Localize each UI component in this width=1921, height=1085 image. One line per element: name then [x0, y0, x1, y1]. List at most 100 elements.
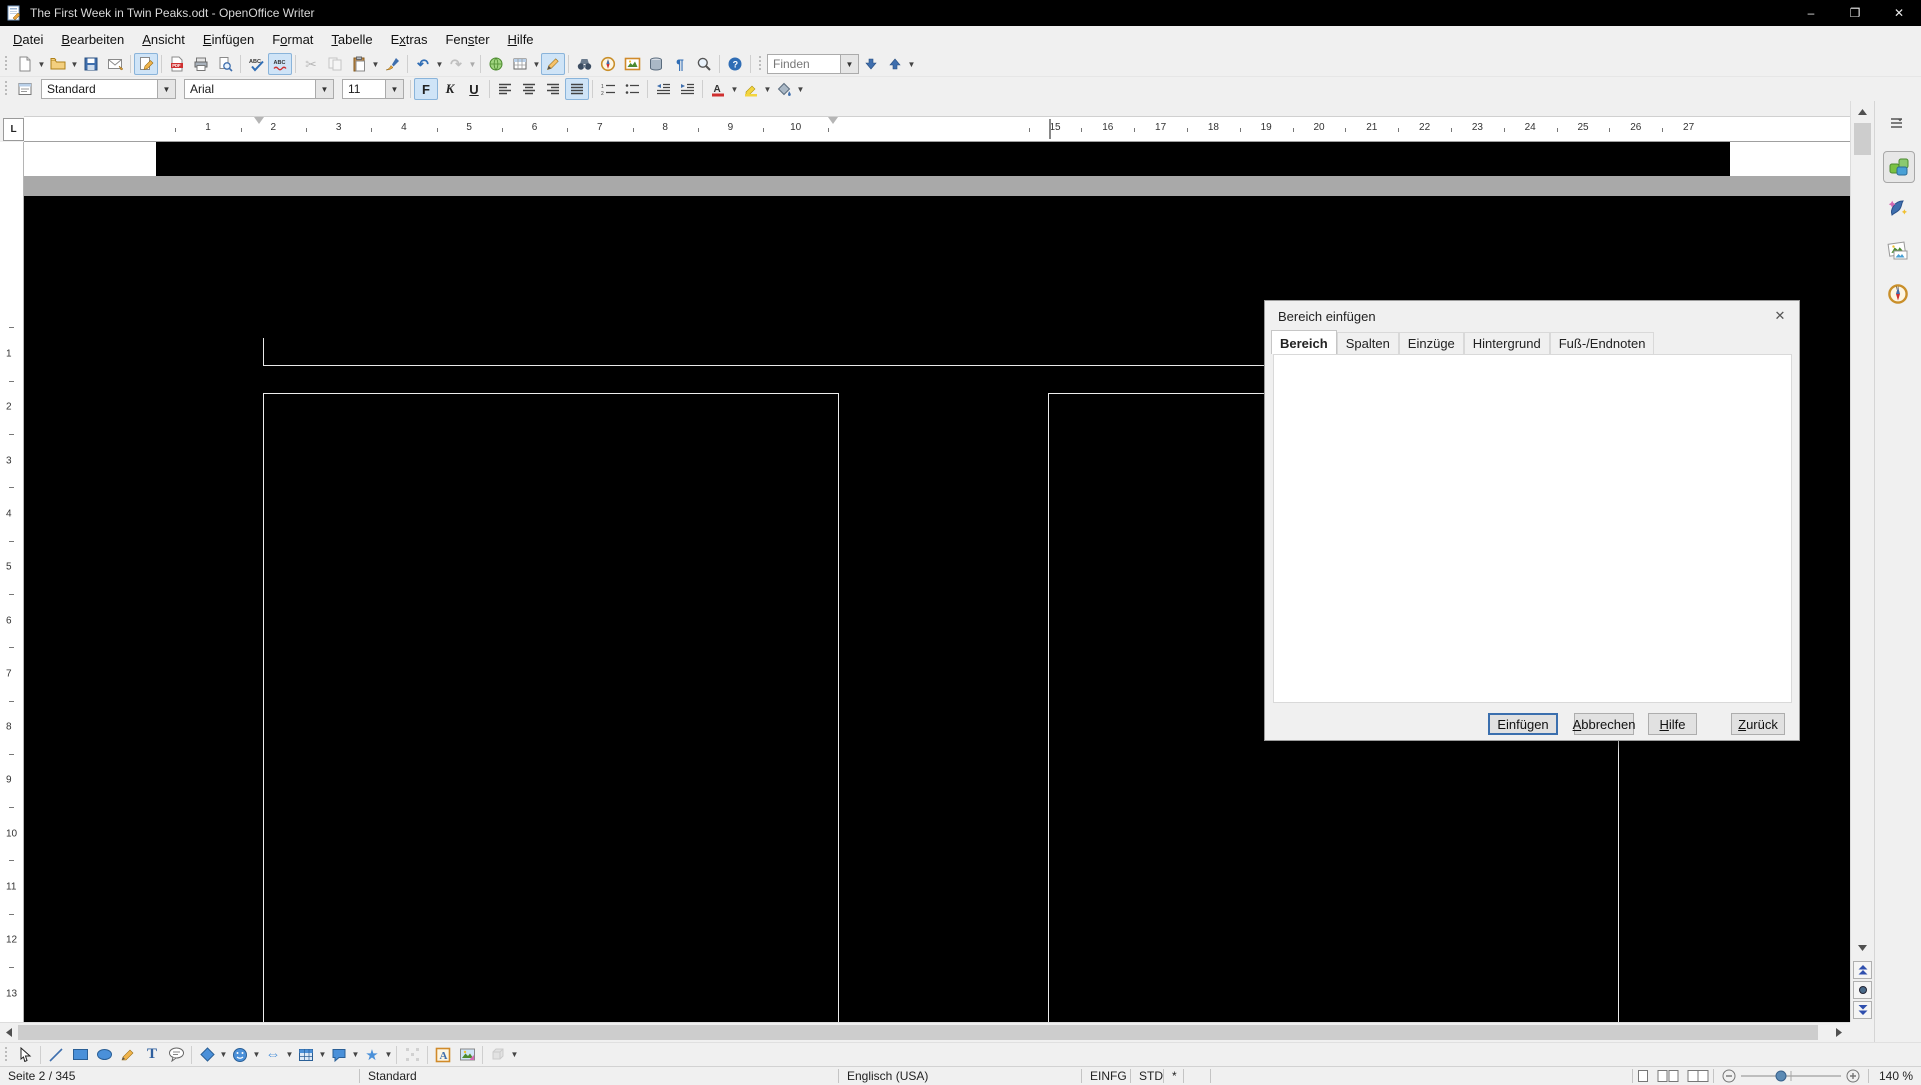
scroll-left-icon[interactable]	[2, 1026, 16, 1039]
background-color-dropdown[interactable]: ▼	[796, 78, 805, 100]
undo-icon[interactable]: ↶	[411, 53, 435, 75]
status-insert-mode[interactable]: EINFG	[1082, 1067, 1130, 1085]
view-book-icon[interactable]	[1683, 1067, 1713, 1085]
cut-icon[interactable]: ✂	[299, 53, 323, 75]
sidebar-properties-icon[interactable]	[1883, 151, 1915, 183]
status-page-style[interactable]: Standard	[360, 1067, 838, 1085]
dialog-tab-spalten[interactable]: Spalten	[1337, 332, 1399, 354]
bold-button[interactable]: F	[414, 78, 438, 100]
dialog-tab-einzge[interactable]: Einzüge	[1399, 332, 1464, 354]
formatting-toolbar-grip[interactable]	[3, 81, 10, 97]
dialog-close-icon[interactable]: ✕	[1771, 307, 1789, 325]
toolbar-grip[interactable]	[3, 56, 10, 72]
navigation-button[interactable]	[1853, 981, 1872, 999]
increase-indent-icon[interactable]	[675, 78, 699, 100]
symbol-shapes-icon[interactable]	[228, 1044, 252, 1066]
highlighting-icon[interactable]	[739, 78, 763, 100]
redo-dropdown[interactable]: ▼	[468, 53, 477, 75]
horizontal-scrollbar[interactable]	[0, 1022, 1850, 1042]
edit-mode-icon[interactable]	[134, 53, 158, 75]
navigator-icon[interactable]	[596, 53, 620, 75]
numbered-list-icon[interactable]: 12	[596, 78, 620, 100]
align-center-icon[interactable]	[517, 78, 541, 100]
gallery-icon[interactable]	[620, 53, 644, 75]
print-icon[interactable]	[189, 53, 213, 75]
toolbar-overflow-icon[interactable]: ▼	[907, 53, 916, 75]
minimize-button[interactable]: –	[1789, 0, 1833, 26]
hyperlink-icon[interactable]	[484, 53, 508, 75]
fontwork-icon[interactable]: A	[431, 1044, 455, 1066]
help-button[interactable]: Hilfe	[1648, 713, 1697, 735]
ellipse-tool-icon[interactable]	[92, 1044, 116, 1066]
rectangle-tool-icon[interactable]	[68, 1044, 92, 1066]
save-icon[interactable]	[79, 53, 103, 75]
zoom-in-icon[interactable]	[1843, 1067, 1868, 1085]
spellcheck-icon[interactable]: ABC	[244, 53, 268, 75]
view-multi-page-icon[interactable]	[1653, 1067, 1683, 1085]
redo-icon[interactable]: ↷	[444, 53, 468, 75]
status-page-number[interactable]: Seite 2 / 345	[0, 1067, 359, 1085]
find-replace-icon[interactable]	[572, 53, 596, 75]
zoom-icon[interactable]	[692, 53, 716, 75]
style-dropdown-icon[interactable]: ▼	[157, 80, 175, 98]
horizontal-scroll-thumb[interactable]	[18, 1025, 1818, 1040]
select-arrow-icon[interactable]	[13, 1044, 37, 1066]
callouts-icon[interactable]	[327, 1044, 351, 1066]
font-name-select[interactable]: Arial▼	[184, 79, 334, 99]
vertical-scrollbar[interactable]	[1850, 101, 1874, 1022]
status-modified-flag[interactable]: *	[1164, 1067, 1183, 1085]
menu-datei[interactable]: Datei	[4, 28, 52, 51]
indent-marker[interactable]	[828, 117, 838, 124]
drawbar-overflow-icon[interactable]: ▼	[510, 1044, 519, 1066]
scroll-down-icon[interactable]	[1853, 939, 1872, 956]
scroll-right-icon[interactable]	[1832, 1026, 1846, 1039]
stars-dropdown[interactable]: ▼	[384, 1044, 393, 1066]
find-dropdown-icon[interactable]: ▼	[840, 55, 858, 73]
basic-shapes-dropdown[interactable]: ▼	[219, 1044, 228, 1066]
menu-ansicht[interactable]: Ansicht	[133, 28, 194, 51]
font-dropdown-icon[interactable]: ▼	[315, 80, 333, 98]
menu-extras[interactable]: Extras	[382, 28, 437, 51]
menu-tabelle[interactable]: Tabelle	[322, 28, 381, 51]
find-input[interactable]: Finden▼	[767, 54, 859, 74]
align-right-icon[interactable]	[541, 78, 565, 100]
highlighting-dropdown[interactable]: ▼	[763, 78, 772, 100]
styles-window-icon[interactable]	[13, 78, 37, 100]
paragraph-style-select[interactable]: Standard▼	[41, 79, 176, 99]
callouts-dropdown[interactable]: ▼	[351, 1044, 360, 1066]
vertical-scroll-thumb[interactable]	[1854, 123, 1871, 155]
font-color-icon[interactable]: A	[706, 78, 730, 100]
nonprinting-characters-icon[interactable]: ¶	[668, 53, 692, 75]
table-dropdown[interactable]: ▼	[532, 53, 541, 75]
sidebar-styles-icon[interactable]	[1883, 193, 1913, 223]
align-left-icon[interactable]	[493, 78, 517, 100]
paste-icon[interactable]	[347, 53, 371, 75]
menu-bearbeiten[interactable]: Bearbeiten	[52, 28, 133, 51]
cancel-button[interactable]: Abbrechen	[1574, 713, 1634, 735]
drawbar-grip[interactable]	[3, 1047, 10, 1063]
symbol-shapes-dropdown[interactable]: ▼	[252, 1044, 261, 1066]
find-previous-icon[interactable]	[883, 53, 907, 75]
align-justify-icon[interactable]	[565, 78, 589, 100]
sidebar-navigator-icon[interactable]: N	[1883, 279, 1913, 309]
vertical-ruler[interactable]: 12345678910111213	[0, 142, 24, 1022]
open-dropdown[interactable]: ▼	[70, 53, 79, 75]
open-icon[interactable]	[46, 53, 70, 75]
menu-hilfe[interactable]: Hilfe	[499, 28, 543, 51]
data-sources-icon[interactable]	[644, 53, 668, 75]
autospellcheck-icon[interactable]: ABC	[268, 53, 292, 75]
find-toolbar-grip[interactable]	[757, 56, 764, 72]
maximize-button[interactable]: ❐	[1833, 0, 1877, 26]
help-icon[interactable]: ?	[723, 53, 747, 75]
sidebar-settings-icon[interactable]	[1883, 109, 1913, 139]
menu-format[interactable]: Format	[263, 28, 322, 51]
status-language[interactable]: Englisch (USA)	[839, 1067, 1081, 1085]
horizontal-ruler[interactable]: 1234567891015161718192021222324252627	[24, 116, 1850, 142]
insert-picture-icon[interactable]	[455, 1044, 479, 1066]
status-selection-mode[interactable]: STD	[1131, 1067, 1163, 1085]
underline-button[interactable]: U	[462, 78, 486, 100]
flowchart-icon[interactable]	[294, 1044, 318, 1066]
page-preview-icon[interactable]	[213, 53, 237, 75]
italic-button[interactable]: K	[438, 78, 462, 100]
dialog-tab-hintergrund[interactable]: Hintergrund	[1464, 332, 1550, 354]
